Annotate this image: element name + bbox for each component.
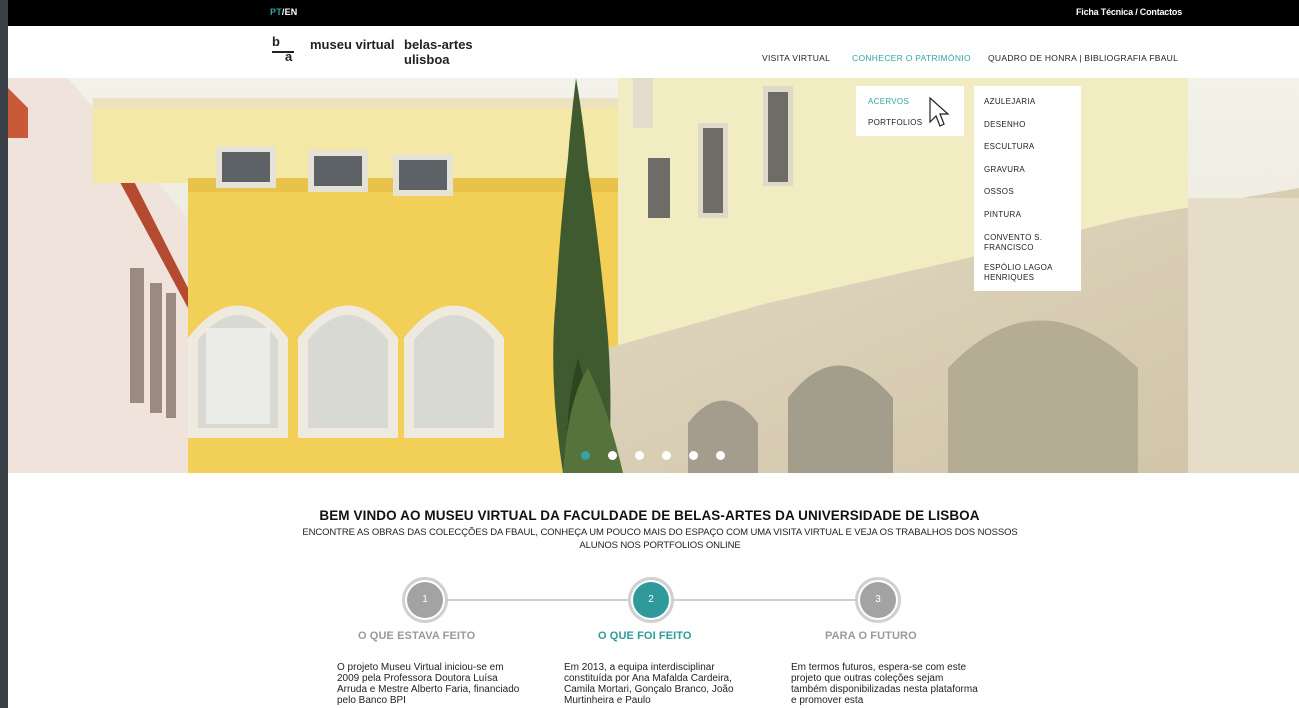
welcome-subtitle: ENCONTRE AS OBRAS DAS COLECÇÕES DA FBAUL…	[302, 527, 1018, 551]
site-header: b a museu virtual belas-artes ulisboa VI…	[8, 26, 1299, 78]
step-3-circle: 3	[855, 577, 901, 623]
step-1-text: O projeto Museu Virtual iniciou-se em 20…	[337, 662, 520, 706]
step-3-title: PARA O FUTURO	[825, 630, 917, 642]
submenu-item-escultura[interactable]: ESCULTURA	[984, 142, 1035, 151]
step-2-title: O QUE FOI FEITO	[598, 630, 692, 642]
submenu-item-acervos[interactable]: ACERVOS	[868, 97, 909, 106]
ficha-tecnica-contactos-link[interactable]: Ficha Técnica / Contactos	[1076, 7, 1182, 17]
step-2-number: 2	[633, 582, 669, 618]
submenu-item-convento-s-francisco[interactable]: CONVENTO S. FRANCISCO	[984, 233, 1072, 253]
step-1-circle: 1	[402, 577, 448, 623]
submenu-item-pintura[interactable]: PINTURA	[984, 210, 1021, 219]
steps-connector-2	[672, 599, 858, 601]
step-3-text: Em termos futuros, espera-se com este pr…	[791, 662, 978, 706]
logo-name-museu-virtual[interactable]: museu virtual	[310, 37, 395, 52]
top-bar: PT/EN Ficha Técnica / Contactos	[0, 0, 1299, 26]
logo-name-belas-artes[interactable]: belas-artes ulisboa	[404, 37, 494, 67]
slider-dot-1[interactable]	[581, 451, 590, 460]
slider-dot-6[interactable]	[716, 451, 725, 460]
submenu-item-portfolios[interactable]: PORTFOLIOS	[868, 118, 922, 127]
steps-connector-1	[445, 599, 631, 601]
mouse-cursor-icon	[929, 96, 950, 127]
nav-quadro-honra-bibliografia[interactable]: QUADRO DE HONRA | BIBLIOGRAFIA FBAUL	[988, 53, 1178, 63]
slider-dot-4[interactable]	[662, 451, 671, 460]
hero-photo-courtyard	[8, 78, 1299, 473]
nav-conhecer-patrimonio[interactable]: CONHECER O PATRIMÓNIO	[852, 53, 971, 63]
nav-visita-virtual[interactable]: VISITA VIRTUAL	[762, 53, 830, 63]
logo-mark[interactable]: b a	[272, 34, 296, 64]
welcome-title: BEM VINDO AO MUSEU VIRTUAL DA FACULDADE …	[319, 508, 980, 523]
step-1-number: 1	[407, 582, 443, 618]
hero-slider-image: ACERVOS PORTFOLIOS AZULEJARIA DESENHO ES…	[8, 78, 1299, 473]
submenu-item-desenho[interactable]: DESENHO	[984, 120, 1026, 129]
lang-pt-link[interactable]: PT	[270, 7, 282, 17]
slider-dot-5[interactable]	[689, 451, 698, 460]
submenu-item-espolio-lagoa-henriques[interactable]: ESPÓLIO LAGOA HENRIQUES	[984, 263, 1072, 283]
logo-letter-a: a	[285, 49, 293, 64]
window-frame-edge	[0, 0, 8, 708]
submenu-item-gravura[interactable]: GRAVURA	[984, 165, 1025, 174]
step-2-text: Em 2013, a equipa interdisciplinar const…	[564, 662, 734, 706]
slider-dot-3[interactable]	[635, 451, 644, 460]
submenu-item-azulejaria[interactable]: AZULEJARIA	[984, 97, 1035, 106]
submenu-item-ossos[interactable]: OSSOS	[984, 187, 1014, 196]
lang-en-link[interactable]: EN	[285, 7, 298, 17]
step-3-number: 3	[860, 582, 896, 618]
logo-letter-b: b	[272, 34, 280, 49]
step-2-circle: 2	[628, 577, 674, 623]
language-switcher: PT/EN	[270, 7, 298, 17]
slider-dot-2[interactable]	[608, 451, 617, 460]
submenu-acervos: AZULEJARIA DESENHO ESCULTURA GRAVURA OSS…	[974, 86, 1081, 291]
step-1-title: O QUE ESTAVA FEITO	[358, 630, 476, 642]
